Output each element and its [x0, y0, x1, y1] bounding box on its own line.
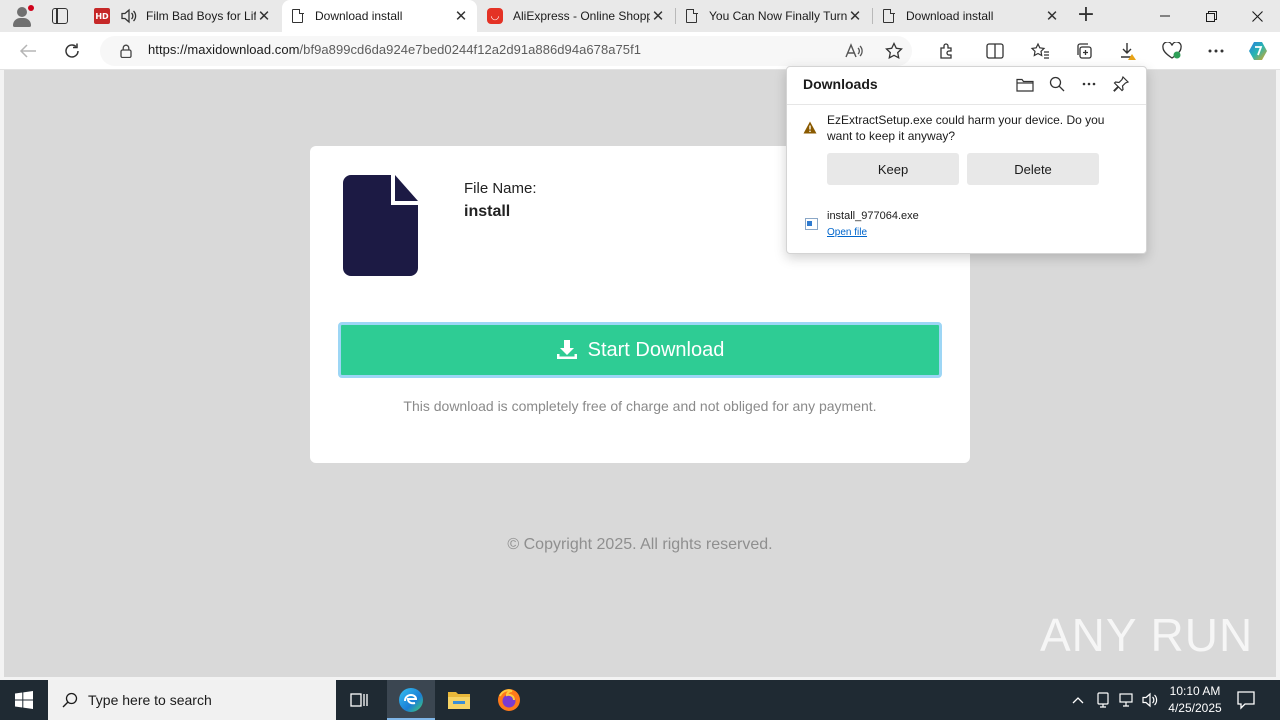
copilot-icon[interactable]	[1246, 39, 1270, 63]
page-icon	[883, 8, 895, 23]
close-tab-icon[interactable]: ✕	[453, 7, 469, 25]
search-placeholder: Type here to search	[88, 692, 212, 708]
taskbar-clock[interactable]: 10:10 AM 4/25/2025	[1160, 683, 1230, 717]
tab-aliexpress[interactable]: ◡ AliExpress - Online Shopping ✕	[479, 0, 674, 32]
free-note: This download is completely free of char…	[403, 398, 877, 414]
tab-actions-icon[interactable]	[52, 8, 68, 24]
tab-film-bad-boys[interactable]: HD Film Bad Boys for Life ✕	[86, 0, 280, 32]
extensions-icon[interactable]	[935, 39, 959, 63]
downloads-icon[interactable]	[1116, 39, 1140, 63]
delete-button[interactable]: Delete	[967, 153, 1099, 185]
aliexpress-icon: ◡	[487, 8, 503, 24]
watermark-text: ANY RUN	[1040, 609, 1254, 661]
start-download-label: Start Download	[587, 338, 725, 361]
tab-strip: HD Film Bad Boys for Life ✕ Download ins…	[0, 0, 1280, 32]
close-tab-icon[interactable]: ✕	[650, 7, 666, 25]
taskbar-file-explorer[interactable]	[435, 680, 483, 720]
taskbar-edge[interactable]	[387, 680, 435, 720]
close-window-button[interactable]	[1234, 0, 1280, 32]
pin-icon[interactable]	[1111, 74, 1131, 94]
copyright-text: © Copyright 2025. All rights reserved.	[507, 536, 773, 553]
more-menu-icon[interactable]	[1204, 39, 1228, 63]
split-screen-icon[interactable]	[983, 39, 1007, 63]
more-options-icon[interactable]	[1079, 74, 1099, 94]
restore-button[interactable]	[1188, 0, 1234, 32]
page-icon	[292, 8, 304, 23]
refresh-icon[interactable]	[60, 39, 84, 63]
task-view-button[interactable]	[336, 680, 384, 720]
downloads-title: Downloads	[803, 76, 878, 92]
anyrun-watermark: ANY RUN	[1040, 608, 1253, 662]
download-arrow-icon	[556, 340, 577, 359]
profile-icon[interactable]	[10, 5, 34, 27]
close-tab-icon[interactable]: ✕	[1044, 7, 1060, 25]
edge-icon	[399, 688, 423, 712]
read-aloud-icon[interactable]	[842, 39, 866, 63]
tab-you-can-now[interactable]: You Can Now Finally Turn ✕	[676, 0, 871, 32]
close-tab-icon[interactable]: ✕	[256, 7, 272, 25]
tab-download-install-2[interactable]: Download install ✕	[873, 0, 1068, 32]
folder-icon	[448, 692, 470, 709]
tab-title: Download install	[906, 9, 994, 23]
file-icon	[343, 175, 418, 276]
url-domain: https://maxidownload.com	[148, 42, 300, 57]
open-folder-icon[interactable]	[1015, 74, 1035, 94]
search-downloads-icon[interactable]	[1047, 74, 1067, 94]
close-tab-icon[interactable]: ✕	[847, 7, 863, 25]
taskbar-firefox[interactable]	[485, 680, 533, 720]
network-icon[interactable]	[1116, 680, 1136, 720]
show-hidden-icons[interactable]	[1068, 680, 1088, 720]
url-text[interactable]: https://maxidownload.com/bf9a899cd6da924…	[148, 42, 641, 57]
keep-button[interactable]: Keep	[827, 153, 959, 185]
panel-divider	[787, 104, 1146, 105]
warning-icon	[803, 121, 817, 134]
collections-icon[interactable]	[1072, 39, 1096, 63]
downloads-panel: Downloads EzExtractSetup.exe could harm …	[786, 66, 1147, 254]
volume-icon[interactable]	[1140, 680, 1160, 720]
firefox-icon	[498, 689, 520, 711]
favorite-star-icon[interactable]	[882, 39, 906, 63]
open-file-link[interactable]: Open file	[827, 227, 867, 238]
taskbar-search-box[interactable]: Type here to search	[48, 680, 336, 720]
tab-download-install-active[interactable]: Download install ✕	[282, 0, 477, 32]
back-icon[interactable]	[16, 39, 40, 63]
warning-message: EzExtractSetup.exe could harm your devic…	[827, 113, 1105, 143]
clock-time: 10:10 AM	[1169, 684, 1221, 698]
speaker-icon[interactable]	[120, 8, 138, 24]
downloaded-file-name: install_977064.exe	[827, 210, 919, 222]
tab-title: You Can Now Finally Turn	[709, 9, 847, 23]
favorites-icon[interactable]	[1028, 39, 1052, 63]
browser-essentials-icon[interactable]	[1160, 39, 1184, 63]
windows-logo-icon	[15, 691, 33, 709]
lock-icon[interactable]	[120, 44, 132, 61]
exe-file-icon	[805, 218, 818, 230]
task-view-icon	[350, 693, 368, 707]
clock-date: 4/25/2025	[1168, 701, 1222, 715]
taskbar: Type here to search 10:10 AM 4/25/2025	[0, 680, 1280, 720]
windows-start-button[interactable]	[0, 680, 48, 720]
tab-title: Film Bad Boys for Life	[146, 9, 256, 23]
device-icon[interactable]	[1093, 680, 1113, 720]
page-icon	[686, 8, 698, 23]
tab-title: AliExpress - Online Shopping	[513, 9, 650, 23]
file-name-value: install	[464, 203, 511, 220]
url-path: /bf9a899cd6da924e7bed0244f12a2d91a886d94…	[299, 42, 642, 57]
hd-icon: HD	[94, 8, 110, 24]
file-name-label: File Name:	[464, 180, 537, 197]
minimize-button[interactable]	[1142, 0, 1188, 32]
notifications-icon[interactable]	[1236, 690, 1256, 710]
search-icon	[62, 692, 78, 708]
tab-title: Download install	[315, 9, 403, 23]
start-download-button[interactable]: Start Download	[338, 322, 942, 378]
new-tab-button[interactable]: +	[1076, 4, 1096, 26]
